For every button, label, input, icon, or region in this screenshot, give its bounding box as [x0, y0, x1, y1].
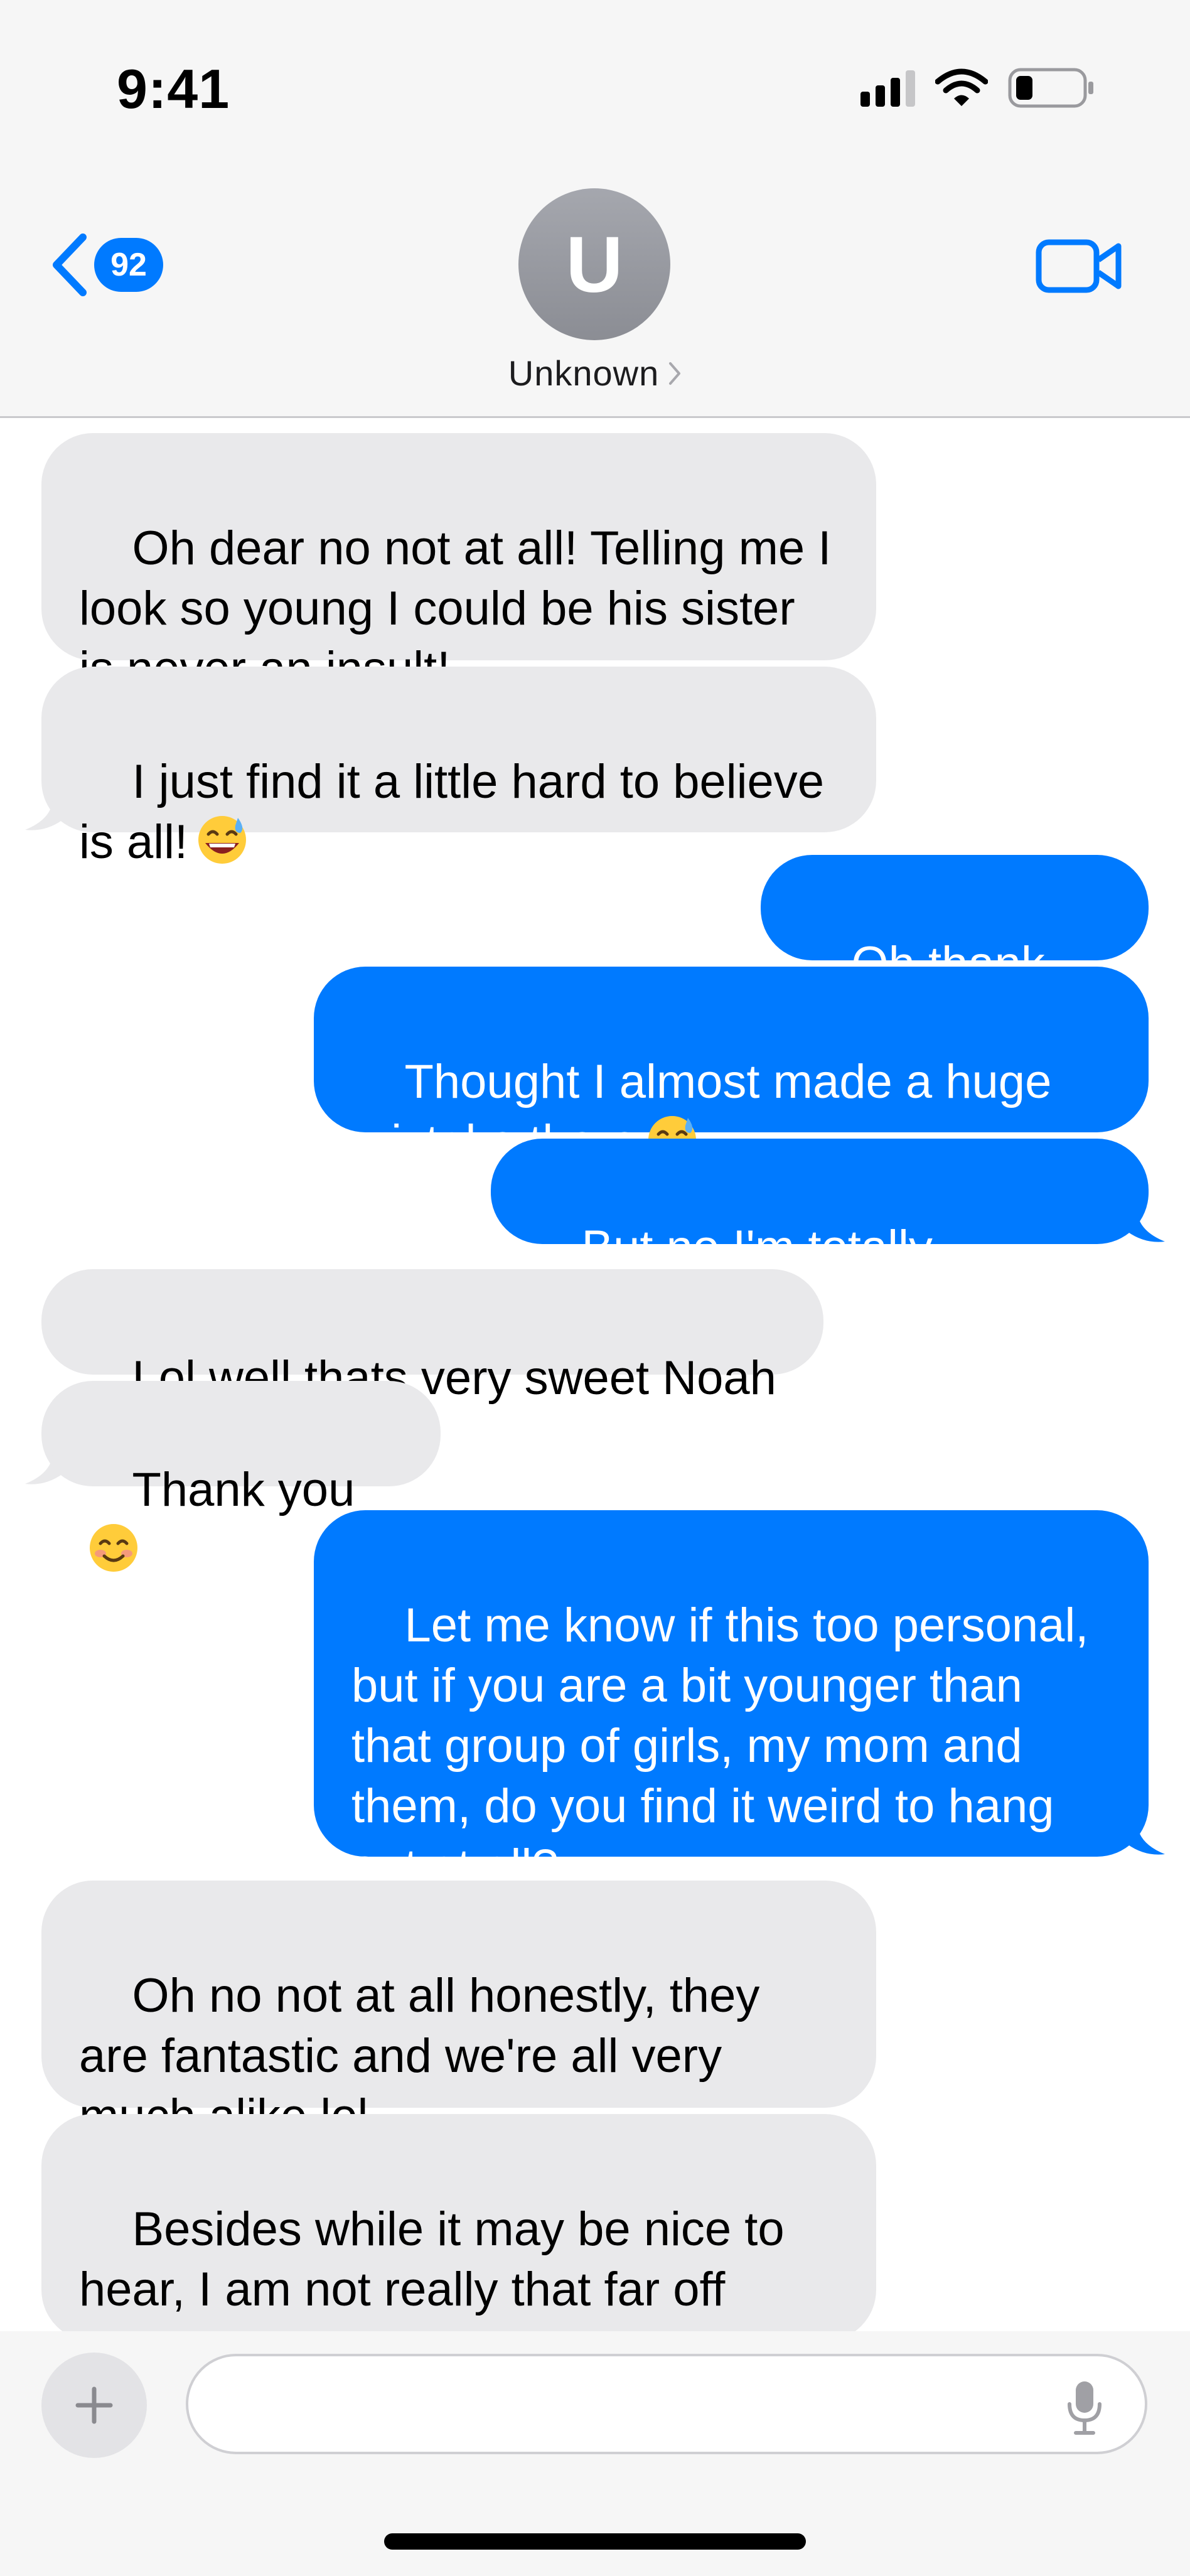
message-text: Let me know if this too personal, but if… [351, 1599, 1102, 1893]
message-text: Besides while it may be nice to hear, I … [79, 2203, 785, 2331]
bubble-tail-outgoing [1127, 1213, 1165, 1242]
message-composer [0, 2331, 1190, 2576]
message-text: Thank you [132, 1463, 355, 1516]
message-input[interactable] [186, 2354, 1147, 2454]
contact-avatar[interactable]: U [518, 188, 670, 340]
unread-count-badge: 92 [94, 238, 163, 292]
chevron-left-icon [53, 233, 87, 296]
message-thread[interactable]: Oh dear no not at all! Telling me I look… [0, 420, 1190, 2331]
bubble-tail-incoming [25, 1455, 63, 1484]
wifi-icon [935, 68, 988, 106]
message-bubble-outgoing[interactable]: Oh thank god [761, 855, 1149, 1051]
video-camera-icon[interactable] [1036, 237, 1123, 295]
message-bubble-outgoing[interactable]: But no I'm totally serious! [491, 1139, 1149, 1334]
grinning-sweat-emoji [198, 816, 247, 864]
status-time: 9:41 [117, 58, 230, 120]
home-indicator[interactable] [384, 2533, 806, 2550]
message-bubble-outgoing[interactable]: Thought I almost made a huge mistake the… [314, 967, 1149, 1169]
message-bubble-incoming[interactable]: Thank you [41, 1381, 441, 1572]
message-bubble-incoming[interactable]: Oh no not at all honestly, they are fant… [41, 1881, 876, 2143]
status-icons [860, 63, 1096, 113]
smiling-blush-emoji [90, 1524, 137, 1572]
back-button[interactable]: 92 [49, 232, 163, 298]
message-bubble-outgoing[interactable]: Let me know if this too personal, but if… [314, 1510, 1149, 1893]
apps-plus-button[interactable] [41, 2353, 147, 2458]
message-bubble-incoming[interactable]: I just find it a little hard to believe … [41, 667, 876, 869]
message-bubble-incoming[interactable]: Oh dear no not at all! Telling me I look… [41, 433, 876, 695]
microphone-icon[interactable] [1066, 2379, 1103, 2435]
message-text: I just find it a little hard to believe … [79, 755, 838, 869]
contact-name: Unknown [508, 353, 660, 393]
plus-icon [75, 2386, 113, 2424]
chevron-right-icon [669, 362, 681, 385]
cellular-signal-icon [860, 69, 915, 107]
navigation-header: 9:41 92 U Unknown [0, 0, 1190, 418]
message-bubble-incoming[interactable]: Besides while it may be nice to hear, I … [41, 2114, 876, 2331]
contact-details-button[interactable]: Unknown [0, 353, 1190, 394]
bubble-tail-outgoing [1127, 1825, 1165, 1855]
battery-low-icon [1008, 68, 1093, 108]
message-bubble-incoming[interactable]: Lol well thats very sweet Noah [41, 1269, 823, 1405]
bubble-tail-incoming [25, 801, 63, 830]
